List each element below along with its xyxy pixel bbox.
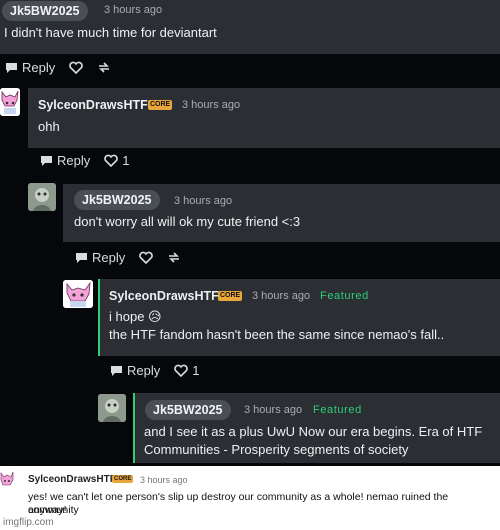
reply-button[interactable]: Reply bbox=[5, 60, 55, 75]
comment-text: ohh bbox=[38, 119, 60, 134]
heart-icon[interactable] bbox=[69, 61, 84, 74]
comment-icon bbox=[111, 365, 122, 376]
reply-label: Reply bbox=[127, 363, 161, 378]
like-count: 1 bbox=[122, 153, 130, 168]
comment-text: anyway! bbox=[28, 504, 67, 516]
comment-icon bbox=[76, 252, 87, 263]
comment-text: the HTF fandom hasn't been the same sinc… bbox=[109, 327, 445, 342]
comment-text: I didn't have much time for deviantart bbox=[4, 25, 217, 40]
comment-text: don't worry all will ok my cute friend <… bbox=[74, 214, 301, 229]
reply-label: Reply bbox=[22, 60, 56, 75]
timestamp[interactable]: 3 hours ago bbox=[182, 99, 240, 111]
watermark: imgflip.com bbox=[3, 517, 54, 528]
comment-text: and I see it as a plus UwU Now our era b… bbox=[144, 424, 483, 439]
timestamp[interactable]: 3 hours ago bbox=[140, 475, 188, 485]
reply-label: Reply bbox=[92, 250, 126, 265]
heart-icon[interactable] bbox=[139, 251, 154, 264]
avatar[interactable] bbox=[0, 470, 14, 492]
username[interactable]: SylceonDrawsHTF bbox=[28, 474, 116, 485]
comment-card bbox=[28, 88, 500, 148]
comment-icon bbox=[6, 62, 17, 73]
comment-actions: Reply bbox=[75, 250, 181, 265]
core-badge: CORE bbox=[218, 291, 243, 301]
comment-text: Communities - Prosperity segments of soc… bbox=[144, 442, 409, 457]
username[interactable]: SylceonDrawsHTF bbox=[109, 289, 219, 303]
like-button[interactable]: 1 bbox=[174, 363, 199, 378]
avatar[interactable] bbox=[63, 280, 93, 308]
comment-actions: Reply bbox=[5, 60, 111, 75]
light-comment-section: SylceonDrawsHTF CORE 3 hours ago yes! we… bbox=[0, 466, 500, 530]
reply-button[interactable]: Reply bbox=[110, 363, 160, 378]
avatar[interactable] bbox=[28, 183, 56, 211]
heart-icon bbox=[104, 154, 119, 167]
heart-icon bbox=[174, 364, 189, 377]
avatar[interactable] bbox=[0, 88, 20, 116]
comment-icon bbox=[41, 155, 52, 166]
username-pill[interactable]: Jk5BW2025 bbox=[74, 190, 160, 210]
username-pill[interactable]: Jk5BW2025 bbox=[145, 400, 231, 420]
like-count: 1 bbox=[192, 363, 200, 378]
username[interactable]: SylceonDrawsHTF bbox=[38, 98, 148, 112]
comment-actions: Reply 1 bbox=[40, 153, 129, 168]
share-icon[interactable] bbox=[97, 61, 111, 74]
timestamp[interactable]: 3 hours ago bbox=[244, 404, 302, 416]
core-badge: CORE bbox=[148, 100, 173, 110]
comment-actions: Reply 1 bbox=[110, 363, 199, 378]
reply-button[interactable]: Reply bbox=[40, 153, 90, 168]
username-pill[interactable]: Jk5BW2025 bbox=[2, 1, 88, 21]
featured-label: Featured bbox=[320, 290, 369, 302]
reply-label: Reply bbox=[57, 153, 91, 168]
reply-button[interactable]: Reply bbox=[75, 250, 125, 265]
comment-text: i hope 😥 bbox=[109, 309, 162, 324]
timestamp[interactable]: 3 hours ago bbox=[174, 195, 232, 207]
comment-text: yes! we can't let one person's slip up d… bbox=[28, 491, 449, 516]
core-badge: CORE bbox=[112, 475, 134, 483]
like-button[interactable]: 1 bbox=[104, 153, 129, 168]
timestamp[interactable]: 3 hours ago bbox=[104, 4, 162, 16]
avatar[interactable] bbox=[98, 394, 126, 422]
featured-label: Featured bbox=[313, 404, 362, 416]
timestamp[interactable]: 3 hours ago bbox=[252, 290, 310, 302]
share-icon[interactable] bbox=[167, 251, 181, 264]
